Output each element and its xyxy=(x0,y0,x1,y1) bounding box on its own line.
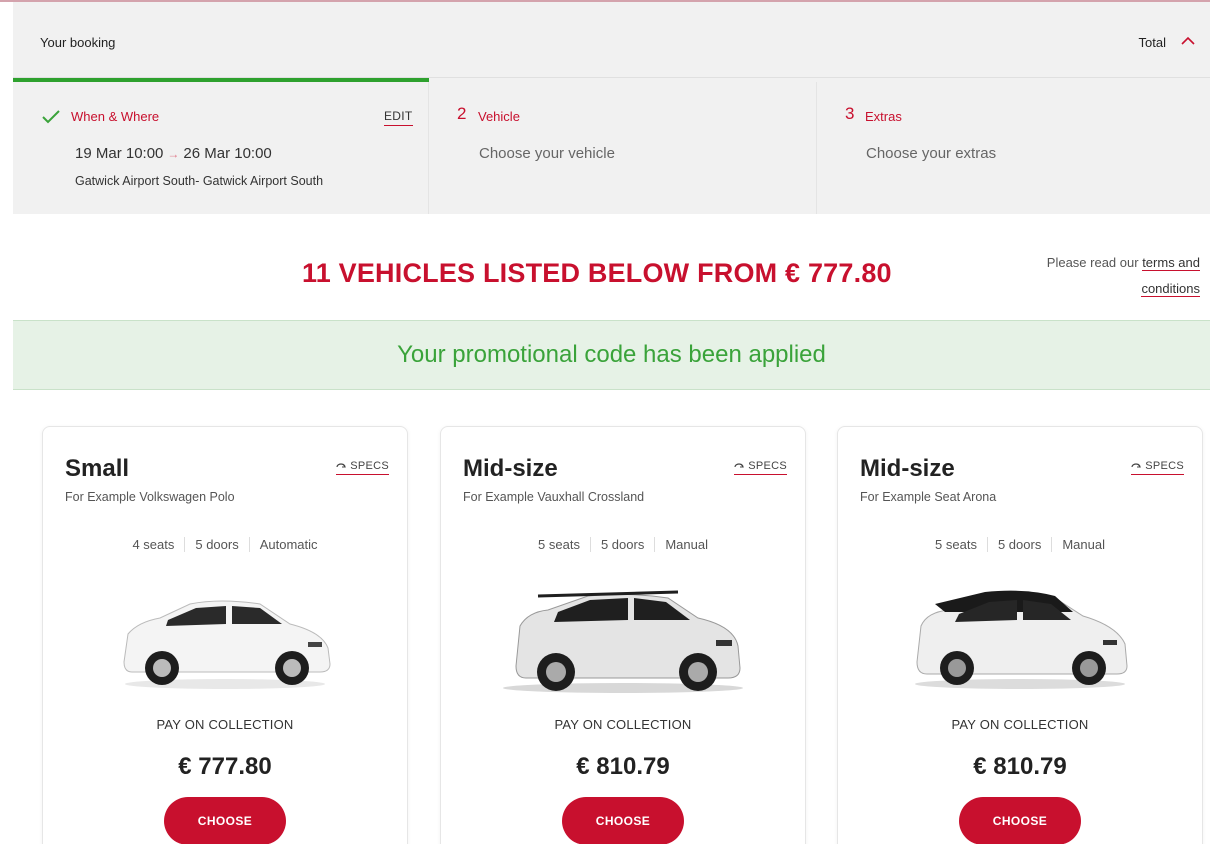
vehicle-features: 4 seats 5 doors Automatic xyxy=(43,537,407,552)
rotate-icon xyxy=(1131,463,1142,468)
seats: 5 seats xyxy=(925,537,988,552)
terms-prefix: Please read our xyxy=(1046,255,1143,270)
vehicle-price: € 810.79 xyxy=(973,753,1067,780)
specs-label: SPECS xyxy=(748,460,787,472)
doors: 5 doors xyxy=(591,537,656,552)
vehicle-features: 5 seats 5 doors Manual xyxy=(441,537,805,552)
step-number: 2 xyxy=(457,104,467,123)
doors: 5 doors xyxy=(185,537,250,552)
car-image xyxy=(915,590,1128,689)
seats: 5 seats xyxy=(528,537,591,552)
step-vehicle-label: Vehicle xyxy=(478,109,520,124)
step-when-where-label: When & Where xyxy=(71,109,160,124)
booking-summary: Your booking Total When & Where EDIT 19 … xyxy=(13,2,1210,214)
rotate-icon xyxy=(336,463,347,468)
vehicle-card: Small SPECS For Example Volkswagen Polo … xyxy=(42,426,408,844)
booking-title: Your booking xyxy=(40,35,116,50)
specs-link[interactable]: SPECS xyxy=(336,460,389,475)
step-extras-subtitle: Choose your extras xyxy=(866,145,997,162)
specs-label: SPECS xyxy=(1145,460,1184,472)
vehicle-category: Small xyxy=(65,455,130,482)
car-image xyxy=(503,590,743,693)
arrow-right-icon: → xyxy=(167,146,180,161)
vehicle-price: € 810.79 xyxy=(576,753,670,780)
results-headline: 11 VEHICLES LISTED BELOW FROM € 777.80 xyxy=(302,258,892,288)
vehicle-card: Mid-size SPECS For Example Seat Arona 5 … xyxy=(837,426,1203,844)
vehicle-example: For Example Seat Arona xyxy=(860,490,997,504)
transmission: Manual xyxy=(665,537,708,552)
vehicle-category: Mid-size xyxy=(463,455,558,482)
step-vehicle-subtitle: Choose your vehicle xyxy=(479,145,615,162)
booking-location: Gatwick Airport South- Gatwick Airport S… xyxy=(75,174,324,188)
choose-button[interactable]: CHOOSE xyxy=(959,797,1081,844)
step-extras-label: Extras xyxy=(865,109,902,124)
booking-total-label[interactable]: Total xyxy=(1139,35,1166,50)
promo-banner: Your promotional code has been applied xyxy=(13,320,1210,390)
payment-type: PAY ON COLLECTION xyxy=(554,717,692,732)
dropoff-datetime: 26 Mar 10:00 xyxy=(183,145,272,162)
payment-type: PAY ON COLLECTION xyxy=(156,717,294,732)
transmission: Manual xyxy=(1062,537,1105,552)
vehicle-category: Mid-size xyxy=(860,455,955,482)
payment-type: PAY ON COLLECTION xyxy=(951,717,1089,732)
choose-button[interactable]: CHOOSE xyxy=(562,797,684,844)
booking-header[interactable]: Your booking Total xyxy=(13,2,1210,78)
step-vehicle: 2 Vehicle Choose your vehicle xyxy=(429,82,817,214)
vehicle-card: Mid-size SPECS For Example Vauxhall Cros… xyxy=(440,426,806,844)
transmission: Automatic xyxy=(259,537,318,552)
conditions-link[interactable]: conditions xyxy=(1141,281,1200,297)
choose-button[interactable]: CHOOSE xyxy=(164,797,286,844)
step-when-where: When & Where EDIT 19 Mar 10:00 → 26 Mar … xyxy=(13,82,429,214)
doors: 5 doors xyxy=(988,537,1053,552)
vehicle-example: For Example Vauxhall Crossland xyxy=(463,490,645,504)
terms-notice: Please read our terms and conditions xyxy=(1000,250,1200,302)
chevron-up-icon[interactable] xyxy=(1178,34,1198,48)
edit-link[interactable]: EDIT xyxy=(384,109,413,126)
specs-link[interactable]: SPECS xyxy=(1131,460,1184,475)
rotate-icon xyxy=(734,463,745,468)
vehicle-features: 5 seats 5 doors Manual xyxy=(838,537,1202,552)
seats: 4 seats xyxy=(122,537,186,552)
booking-dates: 19 Mar 10:00 → 26 Mar 10:00 xyxy=(75,145,272,162)
vehicle-price: € 777.80 xyxy=(178,753,272,780)
specs-label: SPECS xyxy=(350,460,389,472)
booking-steps: When & Where EDIT 19 Mar 10:00 → 26 Mar … xyxy=(13,82,1210,214)
promo-message: Your promotional code has been applied xyxy=(397,341,826,368)
step-extras: 3 Extras Choose your extras xyxy=(817,82,1210,214)
terms-link[interactable]: terms and xyxy=(1142,255,1200,271)
vehicle-example: For Example Volkswagen Polo xyxy=(65,490,235,504)
step-number: 3 xyxy=(845,104,855,123)
car-image xyxy=(123,600,331,689)
specs-link[interactable]: SPECS xyxy=(734,460,787,475)
pickup-datetime: 19 Mar 10:00 xyxy=(75,145,164,162)
checkmark-icon xyxy=(42,110,60,124)
